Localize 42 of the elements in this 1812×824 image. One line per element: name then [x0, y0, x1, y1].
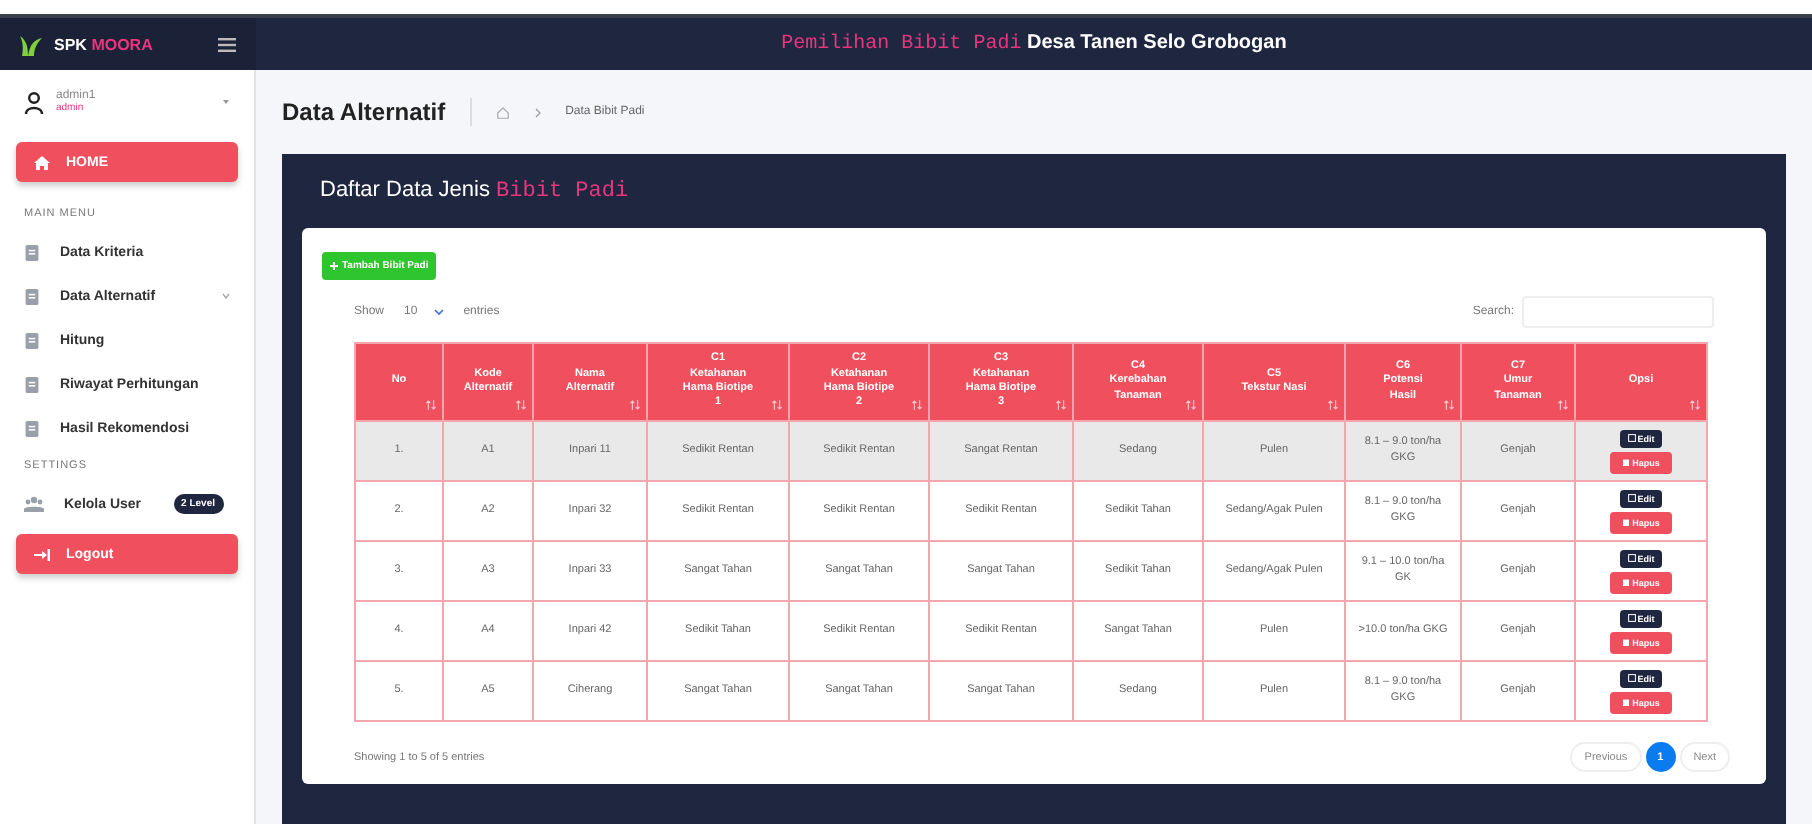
page-title: Data Alternatif — [282, 98, 472, 126]
sort-icon — [426, 400, 436, 410]
plant-logo-icon — [20, 33, 42, 55]
sort-icon — [516, 400, 526, 410]
edit-icon — [1627, 494, 1636, 502]
edit-icon — [1627, 614, 1636, 622]
document-icon — [24, 331, 40, 349]
edit-icon — [1627, 674, 1636, 682]
brand-name: SPK MOORA — [54, 35, 153, 53]
sort-icon — [1444, 400, 1454, 410]
sort-icon — [772, 400, 782, 410]
home-icon — [34, 155, 50, 169]
sort-icon — [1056, 400, 1066, 410]
document-icon — [24, 419, 40, 437]
edit-icon — [1627, 434, 1636, 442]
document-icon — [24, 375, 40, 393]
sort-icon — [1328, 400, 1338, 410]
trash-icon — [1622, 518, 1631, 526]
menu-icon[interactable] — [218, 37, 236, 51]
app-title: Pemilihan Bibit Padi Desa Tanen Selo Grobogan — [781, 32, 1287, 56]
chevron-icon — [533, 107, 542, 117]
edit-icon — [1627, 554, 1636, 562]
trash-icon — [1622, 698, 1631, 706]
sort-icon — [1186, 400, 1196, 410]
sort-icon — [630, 400, 640, 410]
user-icon — [24, 91, 44, 113]
trash-icon — [1622, 458, 1631, 466]
users-icon — [24, 496, 44, 512]
card-title: Daftar Data Jenis Bibit Padi — [318, 176, 631, 208]
trash-icon — [1622, 578, 1631, 586]
chevron-icon — [222, 292, 230, 300]
sort-icon — [1690, 400, 1700, 410]
home-icon[interactable] — [495, 105, 510, 119]
plus-icon — [330, 262, 338, 270]
document-icon — [24, 243, 40, 261]
sort-icon — [912, 400, 922, 410]
chevron-icon — [433, 308, 444, 316]
dropdown-icon[interactable] — [222, 98, 230, 106]
logout-icon — [34, 547, 50, 561]
sort-icon — [1558, 400, 1568, 410]
trash-icon — [1622, 638, 1631, 646]
document-icon — [24, 287, 40, 305]
